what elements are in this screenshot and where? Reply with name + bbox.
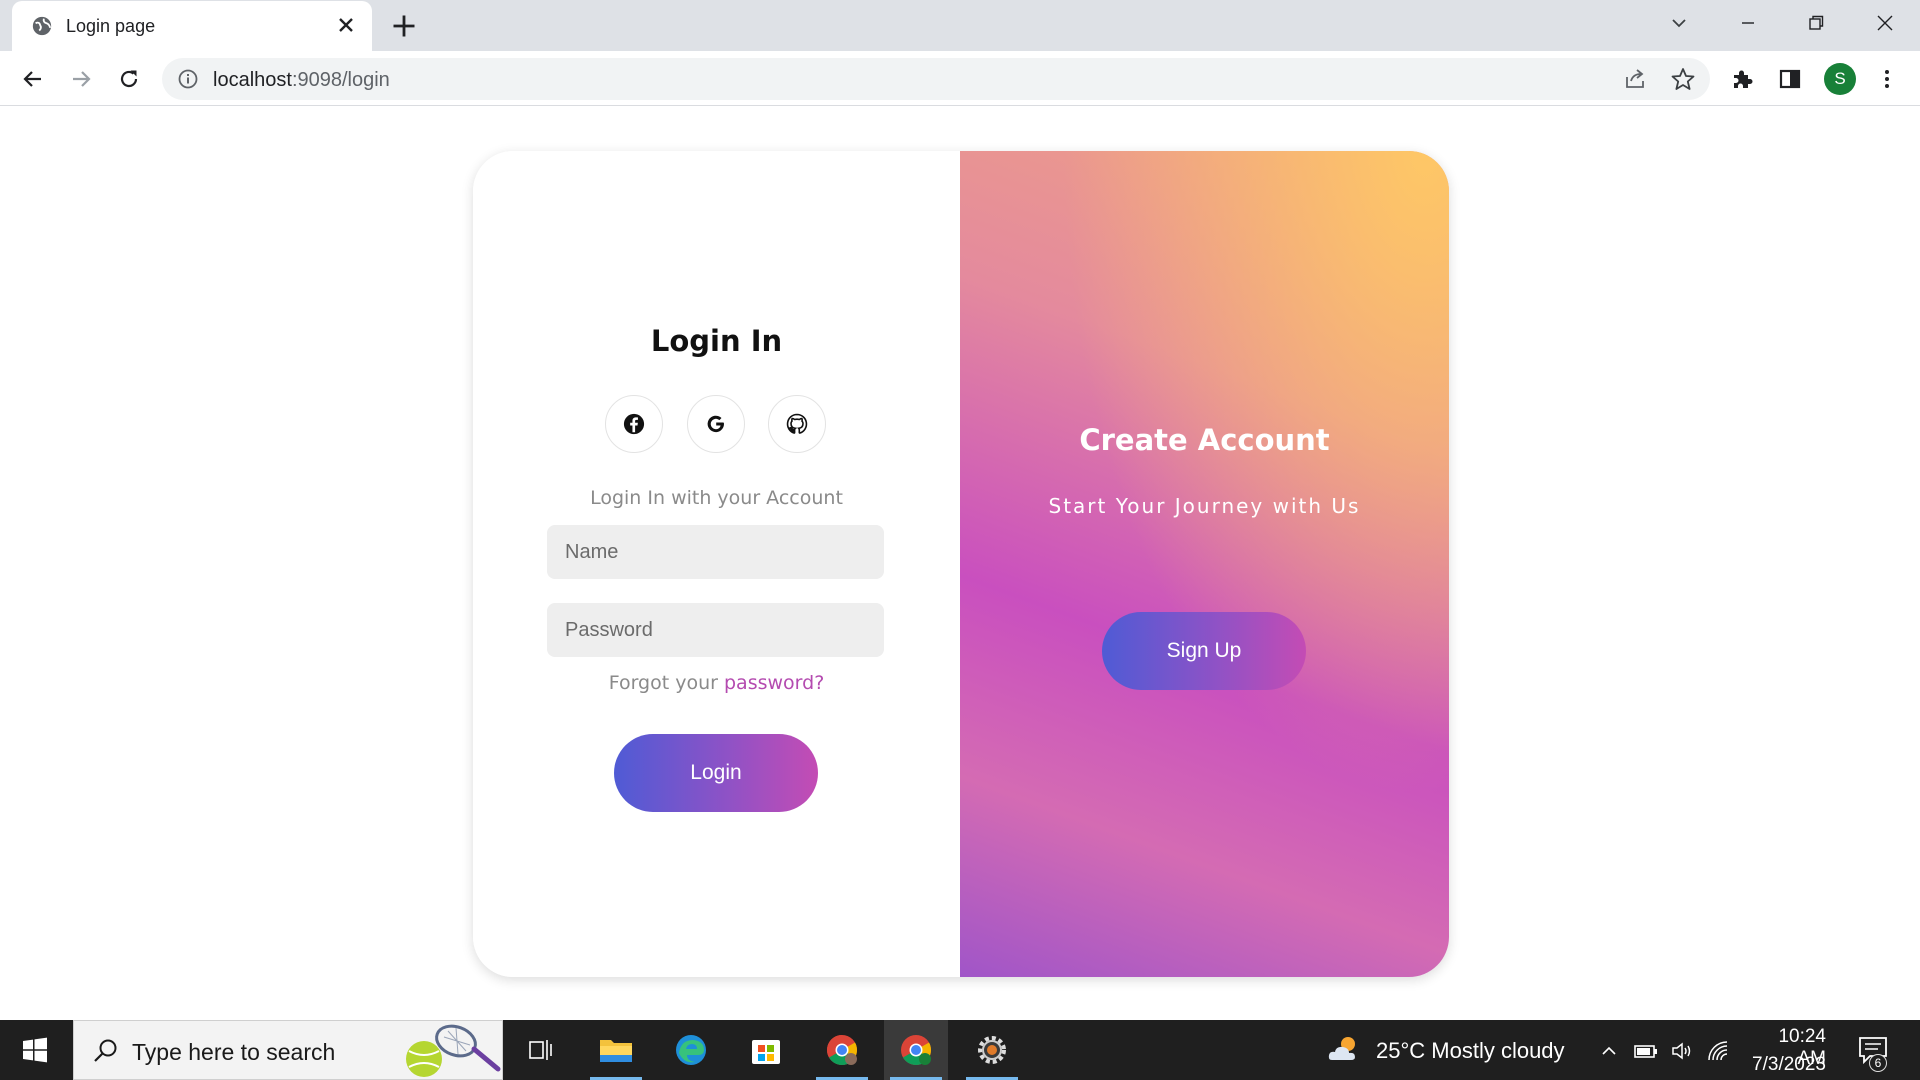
gear-icon <box>978 1036 1006 1064</box>
close-window-button[interactable] <box>1863 8 1907 38</box>
login-title: Login In <box>650 324 783 358</box>
github-icon <box>786 413 808 434</box>
minimize-button[interactable] <box>1726 8 1770 38</box>
chevron-up-icon <box>1602 1046 1616 1055</box>
network-button[interactable] <box>1705 1038 1731 1064</box>
weather-text[interactable]: 25°C Mostly cloudy <box>1376 1038 1565 1064</box>
name-input[interactable] <box>547 525 884 579</box>
login-panel: Login In Login In with your Account Forg… <box>473 151 960 977</box>
microsoft-store-button[interactable] <box>734 1020 798 1080</box>
browser-toolbar: localhost:9098/login S <box>0 51 1920 106</box>
arrow-left-icon <box>23 71 41 87</box>
settings-app-button[interactable] <box>960 1020 1024 1080</box>
browser-tab[interactable]: Login page <box>12 1 372 51</box>
tab-title: Login page <box>66 16 156 36</box>
windows-icon <box>23 1037 47 1063</box>
auth-card: Login In Login In with your Account Forg… <box>473 151 1449 977</box>
forgot-password-text: Forgot your password? <box>473 672 960 694</box>
volume-button[interactable] <box>1669 1038 1695 1064</box>
facebook-login-button[interactable] <box>605 395 663 453</box>
github-login-button[interactable] <box>768 395 826 453</box>
password-input[interactable] <box>547 603 884 657</box>
star-icon[interactable] <box>1670 66 1696 92</box>
task-view-icon <box>529 1040 552 1060</box>
tennis-racket-icon <box>406 1024 501 1077</box>
side-panel-icon <box>1779 69 1801 89</box>
edge-button[interactable] <box>659 1020 723 1080</box>
show-hidden-icons-button[interactable] <box>1596 1038 1622 1064</box>
taskbar-search[interactable]: Type here to search <box>73 1020 503 1080</box>
tab-search-button[interactable] <box>1657 8 1701 38</box>
speaker-icon <box>1672 1042 1691 1060</box>
facebook-icon <box>623 413 645 435</box>
url-path: :9098/login <box>291 69 390 91</box>
chrome-active-button[interactable] <box>884 1020 948 1080</box>
chrome-icon <box>901 1035 932 1066</box>
start-button[interactable] <box>0 1020 70 1080</box>
login-button[interactable]: Login <box>614 734 818 812</box>
address-bar[interactable]: localhost:9098/login <box>162 58 1710 100</box>
new-tab-icon[interactable] <box>390 12 418 40</box>
search-icon <box>94 1039 117 1062</box>
close-tab-icon[interactable] <box>334 13 358 37</box>
taskbar: Type here to search 25°C Mostly cloudy 1… <box>0 1020 1920 1080</box>
globe-icon <box>32 16 52 36</box>
chrome-icon <box>826 1035 858 1066</box>
reload-button[interactable] <box>113 63 145 95</box>
forward-button[interactable] <box>65 63 97 95</box>
url-text: localhost:9098/login <box>213 69 390 92</box>
battery-button[interactable] <box>1633 1038 1659 1064</box>
menu-button[interactable] <box>1872 64 1902 94</box>
puzzle-icon <box>1734 70 1753 88</box>
google-icon <box>707 415 724 433</box>
profile-avatar[interactable]: S <box>1824 63 1856 95</box>
login-subtitle: Login In with your Account <box>590 487 843 509</box>
url-host: localhost <box>213 69 292 91</box>
google-login-button[interactable] <box>687 395 745 453</box>
battery-icon <box>1634 1045 1657 1058</box>
restore-button[interactable] <box>1794 8 1838 38</box>
search-placeholder: Type here to search <box>132 1039 336 1065</box>
reload-icon <box>120 70 138 88</box>
signup-panel: Create Account Start Your Journey with U… <box>960 151 1449 977</box>
wifi-icon <box>1708 1041 1728 1061</box>
info-icon[interactable] <box>177 68 199 90</box>
notification-badge: 6 <box>1869 1054 1887 1072</box>
cloudy-weather-icon[interactable] <box>1326 1032 1362 1068</box>
back-button[interactable] <box>17 63 49 95</box>
extensions-button[interactable] <box>1727 64 1757 94</box>
arrow-right-icon <box>73 71 91 87</box>
close-icon <box>1877 15 1893 31</box>
create-account-subtitle: Start Your Journey with Us <box>1048 494 1361 518</box>
edge-icon <box>676 1035 706 1065</box>
chrome-profile-button[interactable] <box>810 1020 874 1080</box>
chevron-down-icon <box>1672 19 1686 28</box>
forgot-prefix: Forgot your <box>608 672 724 694</box>
store-icon <box>752 1040 780 1064</box>
restore-icon <box>1809 15 1824 30</box>
clock-date[interactable]: 7/3/2023 <box>1750 1054 1826 1076</box>
sign-up-button[interactable]: Sign Up <box>1102 612 1306 690</box>
folder-icon <box>600 1040 632 1062</box>
more-vertical-icon <box>1885 70 1889 88</box>
share-icon[interactable] <box>1622 66 1648 92</box>
side-panel-button[interactable] <box>1775 64 1805 94</box>
tab-strip: Login page <box>0 0 1920 51</box>
create-account-title: Create Account <box>1079 423 1330 457</box>
task-view-button[interactable] <box>508 1020 572 1080</box>
file-explorer-button[interactable] <box>584 1020 648 1080</box>
forgot-password-link[interactable]: password? <box>724 672 824 694</box>
minimize-icon <box>1742 22 1754 24</box>
